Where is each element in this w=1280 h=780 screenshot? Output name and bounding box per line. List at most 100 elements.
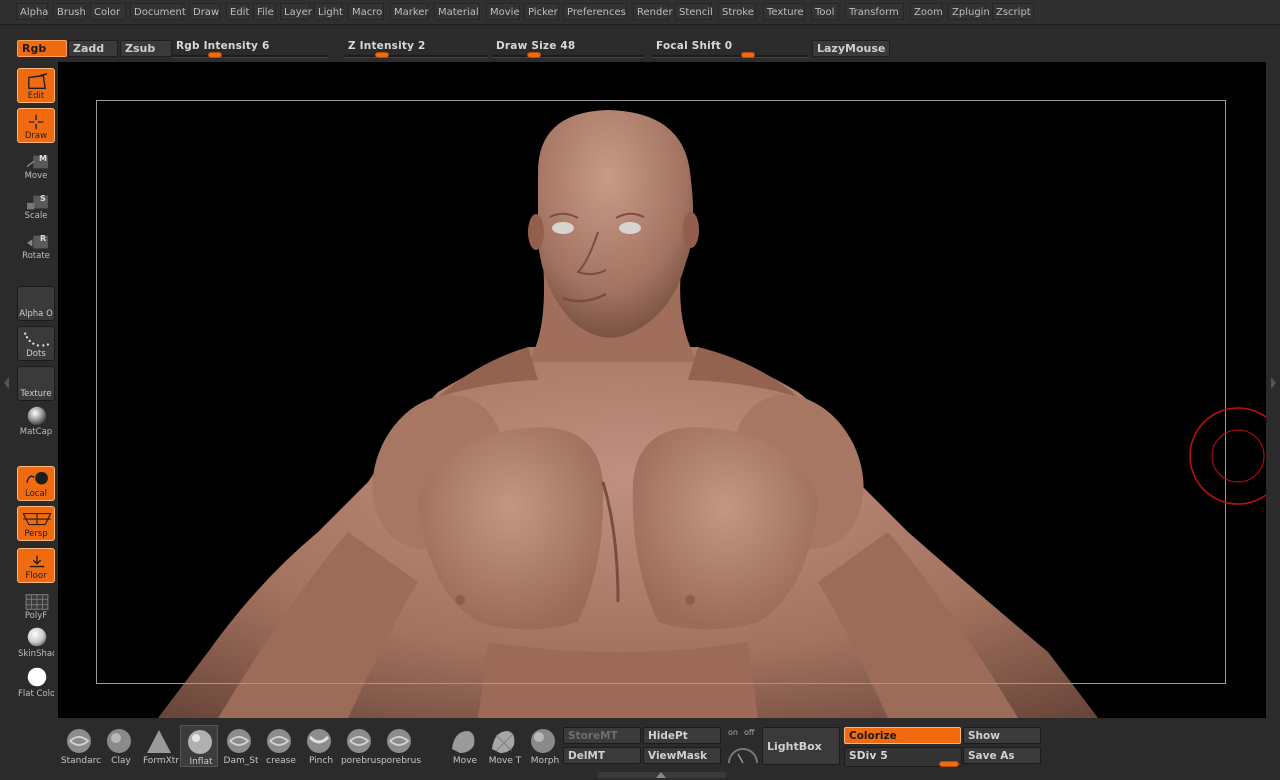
flat-color-label: Flat Colo [18,689,54,699]
bottom-tray-toggle-icon[interactable] [598,770,726,780]
z-intensity-knob[interactable] [375,52,389,58]
draw-button[interactable]: Draw [17,108,55,143]
delmt-button[interactable]: DelMT [563,747,641,764]
menu-document[interactable]: Document [130,3,186,20]
lazymouse-button[interactable]: LazyMouse [812,40,890,57]
off-label: off [744,728,755,737]
texture-button[interactable]: Texture [17,366,55,401]
brush-label: Inflat [189,757,213,767]
zadd-button[interactable]: Zadd [68,40,118,57]
menu-transform[interactable]: Transform [845,3,904,20]
draw-size-slider[interactable]: Draw Size 48 [492,40,644,60]
local-button[interactable]: Local [17,466,55,501]
menu-zplugin[interactable]: Zplugin [948,3,990,20]
menu-stencil[interactable]: Stencil [675,3,713,20]
right-tray-toggle-icon[interactable] [1269,376,1277,390]
brush-label: porebrus [380,756,422,766]
draw-size-knob[interactable] [527,52,541,58]
menu-draw[interactable]: Draw [189,3,220,20]
hidept-button[interactable]: HidePt [643,727,721,744]
menu-texture[interactable]: Texture [763,3,805,20]
flat-color-material-button[interactable]: Flat Colo [17,666,55,701]
polyframe-button[interactable]: PolyF [17,588,55,623]
edit-button[interactable]: Edit [17,68,55,103]
left-tray-toggle-icon[interactable] [3,376,11,390]
document-frame-border [96,100,1226,684]
scale-button[interactable]: S Scale [17,188,55,223]
scale-icon [27,195,48,210]
menu-stroke[interactable]: Stroke [718,3,756,20]
zsub-button[interactable]: Zsub [120,40,172,57]
brush-inflat-icon [188,730,212,754]
menu-brush[interactable]: Brush [53,3,86,20]
brush-clay[interactable]: Clay [100,725,138,767]
rgb-intensity-knob[interactable] [208,52,222,58]
focal-shift-label: Focal Shift 0 [656,40,733,52]
menu-macro[interactable]: Macro [348,3,384,20]
rgb-button[interactable]: Rgb [17,40,67,57]
menu-material[interactable]: Material [434,3,480,20]
brush-label: Morph [530,756,560,766]
on-label: on [728,728,738,737]
brush-pore-icon [387,729,411,753]
menu-picker[interactable]: Picker [524,3,559,20]
brush-crease[interactable]: crease [260,725,298,767]
brush-standarc[interactable]: Standarc [60,725,101,767]
menu-marker[interactable]: Marker [390,3,429,20]
menu-file[interactable]: File [253,3,276,20]
stroke-dots-button[interactable]: Dots [17,326,55,361]
brush-formxtr[interactable]: FormXtr [140,725,179,767]
skinshade-material-button[interactable]: SkinShad [17,626,55,661]
rotation-gizmo-icon[interactable] [1186,404,1266,508]
z-intensity-slider[interactable]: Z Intensity 2 [344,40,488,60]
brush-pinch-icon [307,729,331,753]
sculptris-dial-icon[interactable] [726,746,760,764]
lightbox-button[interactable]: LightBox [762,727,840,765]
menu-alpha[interactable]: Alpha [16,3,48,20]
menu-color[interactable]: Color [90,3,126,20]
show-button[interactable]: Show [963,727,1041,744]
menu-light[interactable]: Light [314,3,343,20]
viewmask-button[interactable]: ViewMask [643,747,721,764]
matcap-button[interactable]: MatCap [17,404,55,439]
sdiv-slider[interactable]: SDiv 5 [844,747,962,767]
menu-zscript[interactable]: Zscript [992,3,1034,20]
menu-edit[interactable]: Edit [226,3,249,20]
menu-preferences[interactable]: Preferences [563,3,627,20]
menu-zoom[interactable]: Zoom [910,3,943,20]
brush-morph[interactable]: Morph [524,725,562,767]
brush-form-icon [147,730,171,753]
menu-render[interactable]: Render [633,3,673,20]
alpha-button[interactable]: Alpha O [17,286,55,321]
texture-label: Texture [20,389,52,399]
sdiv-knob[interactable] [939,761,959,767]
brush-porebrus[interactable]: porebrus [340,725,381,767]
menu-tool[interactable]: Tool [811,3,839,20]
rotate-hotkey: R [40,234,47,243]
brush-inflat[interactable]: Inflat [180,725,218,767]
rgb-intensity-slider[interactable]: Rgb Intensity 6 [172,40,328,60]
dots-icon [24,332,50,347]
brush-label: FormXtr [142,756,180,766]
menu-movie[interactable]: Movie [486,3,520,20]
sdiv-label: SDiv 5 [849,750,888,762]
persp-button[interactable]: Persp [17,506,55,541]
focal-shift-slider[interactable]: Focal Shift 0 [652,40,808,60]
focal-shift-knob[interactable] [741,52,755,58]
brush-move[interactable]: Move [444,725,482,767]
move-button[interactable]: M Move [17,148,55,183]
menu-layer[interactable]: Layer [280,3,312,20]
storemt-button[interactable]: StoreMT [563,727,641,744]
document-canvas[interactable] [58,62,1266,718]
floor-button[interactable]: Floor [17,548,55,583]
matcap-sphere-icon [27,406,47,426]
brush-pinch[interactable]: Pinch [300,725,338,767]
brush-porebrus[interactable]: porebrus [380,725,421,767]
brush-move-t[interactable]: Move T [484,725,522,767]
brush-dam-st[interactable]: Dam_St [220,725,258,767]
rgb-intensity-track [172,55,328,58]
colorize-button[interactable]: Colorize [844,727,961,744]
save-as-button[interactable]: Save As [963,747,1041,764]
rotate-button[interactable]: R Rotate [17,228,55,263]
polyf-label: PolyF [24,611,48,621]
